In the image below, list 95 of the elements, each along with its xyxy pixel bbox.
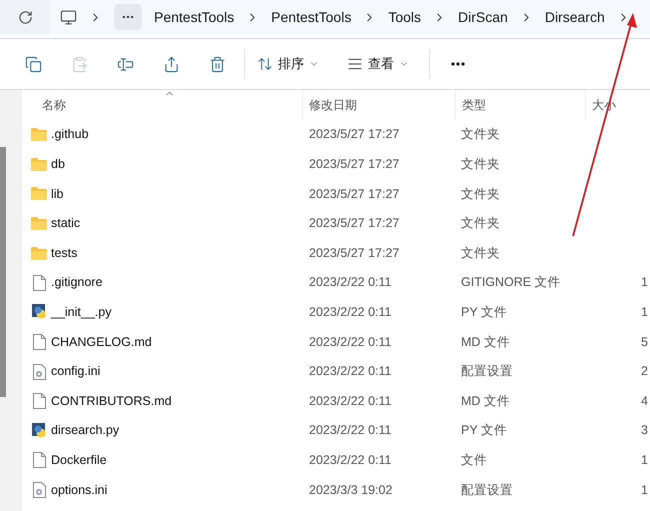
file-name: Dockerfile: [51, 452, 107, 469]
modified-date: 2023/3/3 19:02: [309, 482, 392, 497]
file-size: 1: [641, 452, 648, 469]
file-row[interactable]: lib 2023/5/27 17:27 文件夹: [22, 179, 650, 209]
file-type: 配置设置: [461, 482, 513, 497]
file-name: CHANGELOG.md: [51, 334, 152, 351]
file-name: tests: [51, 244, 78, 262]
file-name: __init__.py: [51, 304, 112, 321]
modified-date: 2023/2/22 0:11: [309, 394, 392, 408]
modified-date: 2023/2/22 0:11: [309, 275, 392, 290]
file-type: PY 文件: [461, 423, 507, 438]
folder-icon: [31, 187, 47, 200]
file-row[interactable]: options.ini 2023/3/3 19:02 配置设置 1: [22, 475, 650, 505]
file-row[interactable]: Dockerfile 2023/2/22 0:11 文件 1: [22, 446, 650, 476]
file-name: static: [51, 215, 80, 232]
copy-icon: [24, 56, 42, 72]
settings-file-icon: [32, 482, 46, 498]
file-name: options.ini: [51, 482, 108, 499]
file-type: 文件夹: [461, 246, 500, 260]
share-icon: [162, 56, 180, 72]
breadcrumb-item[interactable]: DirScan: [458, 6, 508, 28]
file-row[interactable]: CONTRIBUTORS.md 2023/2/22 0:11 MD 文件 4: [22, 386, 650, 416]
file-type: MD 文件: [461, 334, 510, 349]
modified-date: 2023/2/22 0:11: [309, 423, 392, 438]
breadcrumb-item[interactable]: Tools: [388, 6, 422, 28]
file-icon: [32, 393, 46, 410]
file-type: 配置设置: [461, 364, 513, 378]
clipboard-icon: [70, 56, 88, 72]
scrollbar-thumb[interactable]: [0, 147, 6, 397]
file-type: 文件夹: [461, 157, 500, 172]
file-icon: [32, 334, 46, 350]
modified-date: 2023/5/27 17:27: [309, 186, 400, 201]
file-name: CONTRIBUTORS.md: [51, 392, 172, 410]
file-row[interactable]: config.ini 2023/2/22 0:11 配置设置 2: [22, 356, 650, 386]
ellipsis-icon: [451, 62, 465, 66]
breadcrumb-item[interactable]: PentestTools: [154, 6, 234, 28]
file-size: 5: [641, 334, 648, 351]
settings-file-icon: [32, 364, 46, 380]
modified-date: 2023/5/27 17:27: [309, 216, 400, 230]
file-name: db: [51, 156, 65, 174]
computer-icon[interactable]: [60, 8, 77, 26]
modified-date: 2023/2/22 0:11: [309, 304, 392, 319]
column-header[interactable]: 名称: [22, 90, 302, 120]
file-size: 1: [641, 304, 648, 321]
file-row[interactable]: dirsearch.py 2023/2/22 0:11 PY 文件 3: [22, 416, 650, 446]
trash-icon: [208, 56, 226, 72]
folder-icon: [31, 246, 47, 260]
folder-icon: [31, 217, 47, 230]
column-header[interactable]: 修改日期: [302, 90, 455, 120]
sort-arrows-icon: [257, 56, 273, 72]
file-icon: [32, 452, 46, 468]
modified-date: 2023/5/27 17:27: [309, 157, 400, 172]
rename-icon: [116, 56, 134, 72]
sort-button[interactable]: 排序: [249, 46, 327, 82]
file-name: .github: [51, 126, 89, 144]
modified-date: 2023/5/27 17:27: [309, 246, 400, 260]
lines-icon: [347, 56, 363, 72]
modified-date: 2023/2/22 0:11: [309, 334, 392, 349]
modified-date: 2023/2/22 0:11: [309, 452, 392, 467]
file-row[interactable]: .github 2023/5/27 17:27 文件夹: [22, 120, 650, 150]
column-header[interactable]: 类型: [455, 90, 585, 120]
file-icon: [32, 274, 46, 291]
file-type: 文件: [461, 452, 487, 467]
file-name: dirsearch.py: [51, 422, 120, 440]
file-name: config.ini: [51, 363, 100, 380]
python-file-icon: [32, 422, 46, 439]
folder-icon: [31, 158, 47, 171]
file-name: .gitignore: [51, 274, 102, 292]
modified-date: 2023/2/22 0:11: [309, 364, 392, 378]
file-size: 3: [641, 422, 648, 440]
file-row[interactable]: __init__.py 2023/2/22 0:11 PY 文件 1: [22, 298, 650, 328]
file-size: 2: [641, 363, 648, 380]
view-button[interactable]: 查看: [335, 46, 421, 82]
file-type: MD 文件: [461, 394, 510, 408]
file-type: 文件夹: [461, 127, 500, 142]
file-size: 1: [641, 274, 648, 292]
address-bar[interactable]: PentestTools PentestTools Tools DirScan Dirsearch: [50, 0, 650, 34]
file-name: lib: [51, 186, 64, 203]
file-type: PY 文件: [461, 304, 507, 319]
breadcrumb-item[interactable]: Dirsearch: [544, 6, 605, 28]
folder-icon: [31, 128, 47, 142]
file-type: 文件夹: [461, 186, 500, 201]
python-file-icon: [32, 304, 46, 320]
modified-date: 2023/5/27 17:27: [309, 127, 400, 142]
file-row[interactable]: static 2023/5/27 17:27 文件夹: [22, 208, 650, 238]
file-row[interactable]: CHANGELOG.md 2023/2/22 0:11 MD 文件 5: [22, 327, 650, 357]
refresh-icon[interactable]: [18, 10, 32, 24]
file-size: 1: [641, 482, 648, 499]
file-row[interactable]: .gitignore 2023/2/22 0:11 GITIGNORE 文件 1: [22, 268, 650, 298]
file-size: 4: [641, 392, 648, 410]
file-type: GITIGNORE 文件: [461, 275, 561, 290]
breadcrumb-item[interactable]: PentestTools: [271, 6, 352, 28]
file-type: 文件夹: [461, 216, 500, 230]
file-row[interactable]: tests 2023/5/27 17:27 文件夹: [22, 238, 650, 268]
file-row[interactable]: db 2023/5/27 17:27 文件夹: [22, 150, 650, 180]
